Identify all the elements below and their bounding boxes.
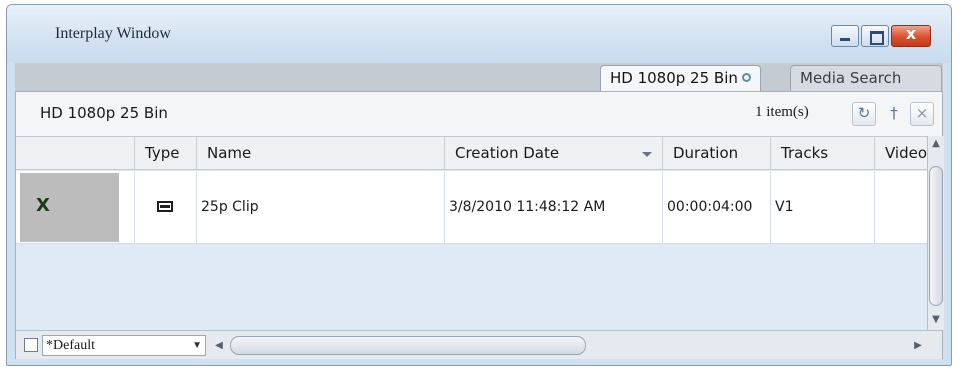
close-bin-button[interactable]: ×	[910, 102, 934, 126]
bin-header: HD 1080p 25 Bin 1 item(s) ↻ † ×	[16, 92, 942, 136]
tab-hd-1080p-25-bin[interactable]: HD 1080p 25 Bin	[600, 65, 761, 91]
vertical-scrollbar[interactable]: ▲ ▼	[927, 136, 944, 330]
name-cell: 25p Clip	[196, 171, 444, 244]
column-header-video[interactable]: Video	[874, 137, 927, 170]
close-icon: ×	[915, 104, 929, 122]
horizontal-scroll-thumb[interactable]	[230, 336, 586, 355]
bin-panel: HD 1080p 25 Bin 1 item(s) ↻ † × Type Nam…	[15, 91, 944, 359]
tracks-cell: V1	[770, 171, 874, 244]
table-row[interactable]: X 25p Clip 3/8/2010 11:48:12 AM 00:00:04…	[16, 171, 927, 244]
creation-date-cell: 3/8/2010 11:48:12 AM	[444, 171, 662, 244]
column-header-name[interactable]: Name	[196, 137, 444, 170]
scroll-down-icon[interactable]: ▼	[928, 312, 944, 328]
clip-icon	[157, 201, 173, 212]
column-header-thumbnail[interactable]	[16, 137, 134, 170]
minimize-button[interactable]	[831, 25, 859, 47]
item-count: 1 item(s)	[755, 104, 809, 120]
tab-label: HD 1080p 25 Bin	[610, 69, 738, 87]
column-header-duration[interactable]: Duration	[662, 137, 770, 170]
column-header-creation-date[interactable]: Creation Date	[444, 137, 662, 170]
window-title: Interplay Window	[55, 25, 171, 42]
bin-title: HD 1080p 25 Bin	[40, 104, 168, 122]
view-select-value: *Default	[46, 338, 95, 353]
bin-grid: Type Name Creation Date Duration Tracks …	[16, 136, 927, 330]
tab-media-search[interactable]: Media Search	[790, 65, 942, 91]
view-select[interactable]: *Default ▼	[42, 335, 206, 356]
maximize-button[interactable]	[861, 25, 889, 47]
scroll-left-icon[interactable]: ◀	[210, 335, 228, 356]
refresh-icon: ↻	[857, 104, 871, 122]
chevron-down-icon: ▼	[192, 340, 202, 351]
tab-strip: HD 1080p 25 Bin Media Search	[15, 63, 943, 91]
scroll-right-icon[interactable]: ▶	[909, 335, 927, 356]
vertical-scroll-thumb[interactable]	[929, 166, 943, 306]
video-cell	[874, 171, 927, 244]
status-bar: *Default ▼ ◀ ▶	[16, 330, 942, 359]
duration-cell: 00:00:04:00	[662, 171, 770, 244]
pin-icon: †	[890, 104, 898, 122]
pin-button[interactable]: †	[882, 102, 906, 126]
interplay-window: Interplay Window x HD 1080p 25 Bin Media…	[6, 4, 952, 366]
radio-icon[interactable]	[741, 73, 751, 82]
title-bar[interactable]: Interplay Window x	[7, 5, 951, 63]
scroll-up-icon[interactable]: ▲	[928, 136, 944, 152]
thumbnail-cell: X	[16, 171, 134, 244]
tab-label: Media Search	[800, 69, 902, 87]
column-header-type[interactable]: Type	[134, 137, 196, 170]
refresh-button[interactable]: ↻	[852, 102, 876, 126]
column-header-tracks[interactable]: Tracks	[770, 137, 874, 170]
column-header-label: Creation Date	[455, 144, 560, 162]
type-cell	[134, 171, 196, 244]
column-header-row: Type Name Creation Date Duration Tracks …	[16, 136, 927, 170]
close-icon: x	[905, 24, 917, 43]
close-window-button[interactable]: x	[891, 24, 931, 47]
missing-media-icon: X	[36, 195, 50, 216]
select-all-checkbox[interactable]	[24, 338, 38, 352]
clip-thumbnail[interactable]: X	[20, 173, 119, 242]
sort-descending-icon	[642, 152, 652, 157]
